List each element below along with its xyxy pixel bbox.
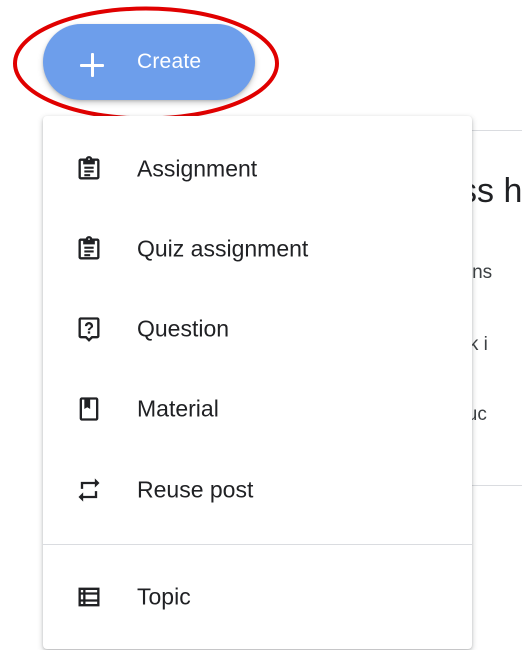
menu-divider: [43, 544, 472, 545]
topic-icon: [75, 583, 103, 611]
menu-item-material[interactable]: Material: [43, 374, 472, 444]
classwork-page: ss h tions ork i stuc Create Assignment: [0, 0, 522, 650]
menu-item-label: Topic: [137, 583, 191, 610]
create-button-label: Create: [137, 50, 202, 73]
menu-item-label: Material: [137, 395, 219, 422]
plus-icon: [79, 52, 105, 78]
menu-item-question[interactable]: Question: [43, 294, 472, 364]
assignment-icon: [75, 155, 103, 183]
menu-item-label: Question: [137, 315, 230, 342]
menu-item-label: Reuse post: [137, 476, 254, 503]
quiz-assignment-icon: [75, 235, 103, 263]
question-icon: [75, 315, 103, 343]
menu-item-assignment[interactable]: Assignment: [43, 134, 472, 204]
menu-item-topic[interactable]: Topic: [43, 562, 472, 632]
menu-item-quiz-assignment[interactable]: Quiz assignment: [43, 214, 472, 284]
repeat-icon: [75, 476, 103, 504]
menu-item-label: Assignment: [137, 155, 258, 182]
menu-item-label: Quiz assignment: [137, 235, 309, 262]
create-menu: Assignment Quiz assignment Question Mate…: [43, 116, 472, 649]
menu-item-reuse-post[interactable]: Reuse post: [43, 455, 472, 525]
material-icon: [75, 395, 103, 423]
